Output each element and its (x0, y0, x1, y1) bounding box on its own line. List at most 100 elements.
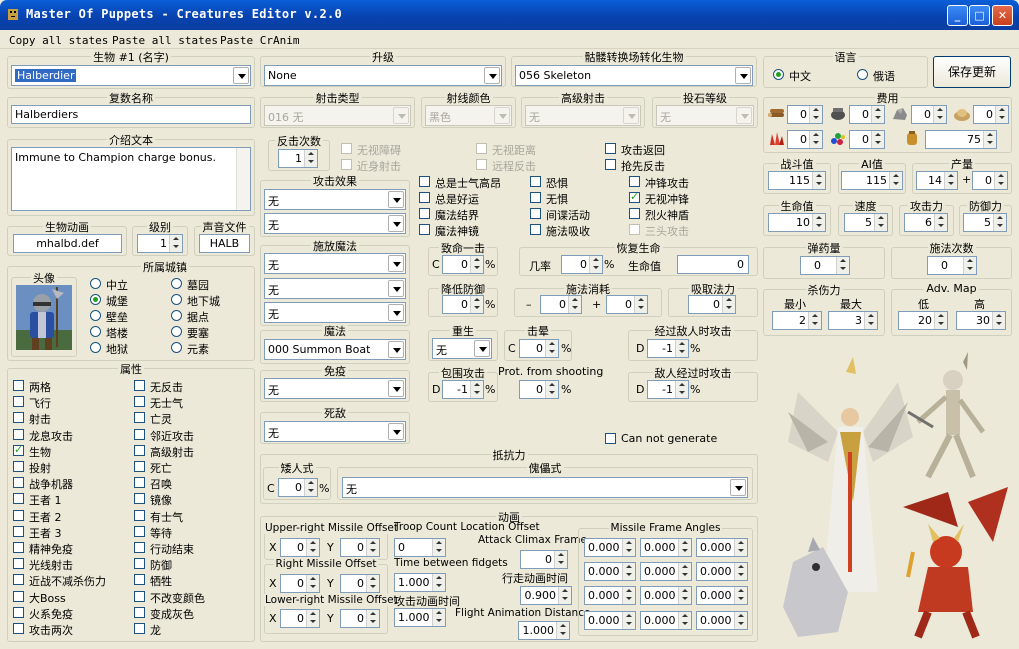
checkbox-box[interactable] (134, 412, 145, 424)
troop-offset-spinner[interactable]: 0 (394, 538, 446, 557)
lr-x-spinner[interactable]: 0 (280, 609, 320, 628)
chevron-down-icon[interactable] (735, 67, 751, 84)
checkbox-box[interactable] (134, 574, 145, 586)
checkbox-box[interactable] (134, 493, 145, 505)
r-x-spinner[interactable]: 0 (280, 574, 320, 593)
chevron-down-icon[interactable] (388, 215, 404, 232)
spell-cost-spinner-2[interactable]: 0 (606, 295, 648, 314)
cost-gold-spinner[interactable]: 75 (925, 130, 997, 149)
fight-value-spinner[interactable]: 115 (768, 171, 826, 190)
cast-magic-select-1[interactable]: 无 (264, 253, 406, 274)
cost-mercury-spinner[interactable]: 0 (849, 105, 885, 124)
surround-spinner[interactable]: -1 (442, 380, 484, 399)
checkbox-box[interactable] (13, 590, 24, 602)
hp-spinner[interactable]: 10 (768, 213, 826, 232)
cast-magic-select-2[interactable]: 无 (264, 278, 406, 299)
checkbox-box[interactable] (13, 623, 24, 634)
chevron-down-icon[interactable] (484, 67, 500, 84)
checkbox-box[interactable] (530, 208, 541, 219)
lr-y-spinner[interactable]: 0 (340, 609, 380, 628)
cost-sulfur-spinner[interactable]: 0 (973, 105, 1009, 124)
dwarf-spinner[interactable]: 0 (278, 478, 318, 497)
ray-color-select[interactable]: 黑色 (425, 105, 512, 126)
checkbox-box[interactable] (13, 412, 24, 424)
enemy-passing-spinner[interactable]: -1 (647, 380, 689, 399)
checkbox-box[interactable] (419, 176, 430, 187)
checkbox-box[interactable] (134, 477, 145, 489)
spell-cost-spinner-1[interactable]: 0 (540, 295, 582, 314)
chevron-down-icon[interactable] (623, 107, 639, 124)
checkbox-box[interactable] (629, 176, 640, 187)
minimize-button[interactable]: _ (947, 5, 968, 26)
checkbox-box[interactable] (13, 461, 24, 472)
missile-angle-spinner[interactable]: 0.000 (584, 611, 636, 630)
checkbox-box[interactable] (530, 176, 541, 187)
missile-angle-spinner[interactable]: 0.000 (696, 586, 748, 605)
creature-portrait[interactable] (16, 285, 72, 350)
checkbox-box[interactable] (13, 477, 24, 489)
description-textarea[interactable]: Immune to Champion charge bonus. (11, 147, 251, 211)
damage-min-spinner[interactable]: 2 (772, 311, 822, 330)
checkbox-box[interactable] (134, 428, 145, 440)
immunity-select[interactable]: 无 (264, 378, 406, 399)
checkbox-box[interactable] (419, 208, 430, 219)
checkbox-box[interactable] (419, 192, 430, 203)
checkbox-box[interactable] (134, 444, 145, 456)
advmap-low-spinner[interactable]: 20 (898, 311, 948, 330)
attack-effect-select-1[interactable]: 无 (264, 189, 406, 210)
checkbox-box[interactable] (134, 380, 145, 391)
cost-wood-spinner[interactable]: 0 (787, 105, 823, 124)
chevron-down-icon[interactable] (388, 255, 404, 272)
checkbox-box[interactable] (13, 493, 24, 505)
level-spinner[interactable]: 1 (137, 234, 183, 253)
growth-spinner[interactable]: 14 (916, 171, 958, 190)
cast-magic-select-3[interactable]: 无 (264, 302, 406, 323)
checkbox-box[interactable] (13, 509, 24, 521)
checkbox-box[interactable] (629, 190, 640, 203)
magic-select[interactable]: 000 Summon Boat (264, 339, 406, 360)
checkbox-box[interactable] (134, 525, 145, 537)
revive-hp-input[interactable]: 0 (677, 255, 749, 274)
deadly-spinner[interactable]: 0 (442, 255, 484, 274)
lower-def-spinner[interactable]: 0 (442, 295, 484, 314)
ur-y-spinner[interactable]: 0 (340, 538, 380, 557)
checkbox-box[interactable] (134, 461, 145, 472)
creature-name-select[interactable]: Halberdier (11, 65, 251, 86)
missile-angle-spinner[interactable]: 0.000 (696, 562, 748, 581)
stone-level-select[interactable]: 无 (656, 105, 754, 126)
growth-bonus-spinner[interactable]: 0 (972, 171, 1008, 190)
chevron-down-icon[interactable] (233, 67, 249, 84)
advmap-high-spinner[interactable]: 30 (956, 311, 1006, 330)
checkbox-box[interactable] (13, 606, 24, 618)
speed-spinner[interactable]: 5 (844, 213, 888, 232)
attack-time-spinner[interactable]: 1.000 (394, 608, 446, 627)
missile-angle-spinner[interactable]: 0.000 (696, 611, 748, 630)
ammo-spinner[interactable]: 0 (800, 256, 850, 275)
passing-attack-spinner[interactable]: -1 (647, 339, 689, 358)
maximize-button[interactable]: □ (969, 5, 990, 26)
casts-spinner[interactable]: 0 (927, 256, 977, 275)
revive-rate-spinner[interactable]: 0 (561, 255, 603, 274)
enemy-select[interactable]: 无 (264, 421, 406, 442)
missile-angle-spinner[interactable]: 0.000 (584, 562, 636, 581)
chevron-down-icon[interactable] (393, 107, 409, 124)
missile-angle-spinner[interactable]: 0.000 (584, 586, 636, 605)
ai-value-spinner[interactable]: 115 (841, 171, 903, 190)
chevron-down-icon[interactable] (474, 340, 490, 357)
scrollbar[interactable] (236, 148, 250, 210)
chevron-down-icon[interactable] (388, 341, 404, 358)
checkbox-box[interactable] (13, 525, 24, 537)
menu-paste-all-states[interactable]: Paste all states (112, 34, 218, 47)
skeleton-select[interactable]: 056 Skeleton (515, 65, 753, 86)
walk-time-spinner[interactable]: 0.900 (520, 586, 572, 605)
missile-angle-spinner[interactable]: 0.000 (696, 538, 748, 557)
checkbox-box[interactable] (530, 192, 541, 203)
checkbox-box[interactable] (134, 396, 145, 408)
golem-select[interactable]: 无 (342, 477, 748, 498)
sound-file-input[interactable]: HALB (199, 234, 250, 253)
checkbox-box[interactable] (134, 558, 145, 570)
chevron-down-icon[interactable] (388, 280, 404, 297)
prot-shooting-spinner[interactable]: 0 (519, 380, 559, 399)
checkbox-box[interactable] (134, 590, 145, 602)
absorb-spinner[interactable]: 0 (688, 295, 736, 314)
